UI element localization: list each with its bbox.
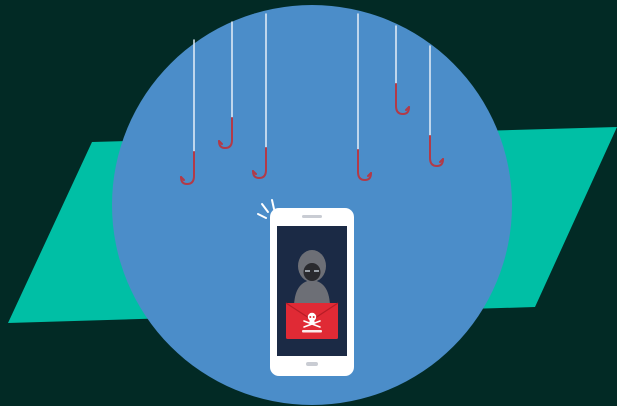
phishing-illustration — [0, 0, 617, 406]
warning-envelope-icon — [285, 302, 339, 339]
phone-home-button — [306, 362, 318, 366]
envelope-text-mark — [302, 330, 322, 333]
illustration-canvas — [0, 0, 617, 406]
phone-speaker — [302, 215, 322, 218]
